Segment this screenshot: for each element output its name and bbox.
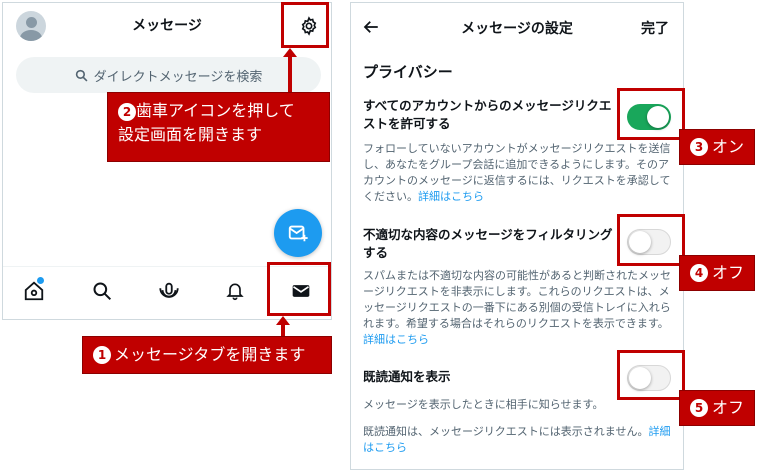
filter-messages-description-text: スパムまたは不適切な内容の可能性があると判断されたメッセージリクエストを非表示に… [363, 269, 671, 330]
read-receipts-note: 既読通知は、メッセージリクエストには表示されません。詳細はこちら [363, 424, 679, 456]
tab-notifications[interactable] [222, 278, 248, 304]
new-message-button[interactable] [274, 209, 322, 257]
allow-requests-description-text: フォローしていないアカウントがメッセージリクエストを送信し、あなたをグループ会話… [363, 142, 671, 203]
tab-spaces[interactable] [156, 278, 182, 304]
search-icon [75, 69, 88, 81]
read-receipts-note-text: 既読通知は、メッセージリクエストには表示されません。 [363, 425, 649, 438]
step1-arrow-line [281, 324, 285, 336]
step1-text: メッセージタブを開きます [114, 345, 306, 364]
spaces-icon [159, 282, 179, 298]
step2-text-line1: 歯車アイコンを押して [136, 101, 295, 120]
step3-badge: 3 オン [679, 129, 756, 165]
filter-messages-description: スパムまたは不適切な内容の可能性があると判断されたメッセージリクエストを非表示に… [363, 268, 679, 348]
step2-callout: 2 歯車アイコンを押して 設定画面を開きます [107, 92, 330, 162]
search-icon [93, 282, 112, 301]
step5-badge: 5 オフ [679, 390, 756, 426]
settings-title: メッセージの設定 [461, 21, 573, 37]
settings-header: メッセージの設定 完了 [351, 3, 683, 51]
step4-badge: 4 オフ [679, 255, 756, 291]
notification-dot [37, 277, 44, 284]
step1-callout: 1 メッセージタブを開きます [82, 336, 332, 374]
step2-number: 2 [118, 103, 136, 121]
step3-text: オン [712, 137, 745, 156]
gear-highlight-box [281, 2, 329, 48]
toggle2-highlight-box [617, 214, 685, 266]
step4-number: 4 [690, 264, 708, 282]
toggle3-highlight-box [617, 350, 685, 400]
step2-text-line2: 設定画面を開きます [118, 125, 263, 144]
step3-number: 3 [690, 138, 708, 156]
step5-text: オフ [712, 398, 745, 417]
step4-text: オフ [712, 263, 745, 282]
new-message-icon [288, 225, 308, 242]
tab-home[interactable] [21, 277, 47, 304]
step5-number: 5 [690, 399, 708, 417]
dm-search-input[interactable]: ダイレクトメッセージを検索 [16, 57, 321, 93]
filter-messages-label: 不適切な内容のメッセージをフィルタリングする [363, 227, 613, 260]
tab-search[interactable] [89, 278, 115, 304]
search-placeholder: ダイレクトメッセージを検索 [93, 69, 263, 85]
step1-number: 1 [93, 346, 111, 364]
step2-arrow-line [288, 56, 292, 92]
learn-more-link-2[interactable]: 詳細はこちら [363, 333, 429, 346]
messages-tab-highlight-box [267, 262, 331, 316]
read-receipts-label: 既読通知を表示 [363, 369, 451, 384]
toggle1-highlight-box [617, 88, 685, 140]
bell-icon [226, 283, 244, 301]
done-button[interactable]: 完了 [641, 18, 669, 38]
allow-requests-label: すべてのアカウントからのメッセージリクエストを許可する [363, 98, 612, 131]
privacy-section-title: プライバシー [363, 63, 453, 81]
learn-more-link-1[interactable]: 詳細はこちら [418, 190, 484, 203]
allow-requests-description: フォローしていないアカウントがメッセージリクエストを送信し、あなたをグループ会話… [363, 141, 679, 205]
tutorial-screenshot: メッセージ ダイレクトメッセージを検索 2 歯車アイコンを押して 設定画面を開き… [0, 0, 762, 472]
